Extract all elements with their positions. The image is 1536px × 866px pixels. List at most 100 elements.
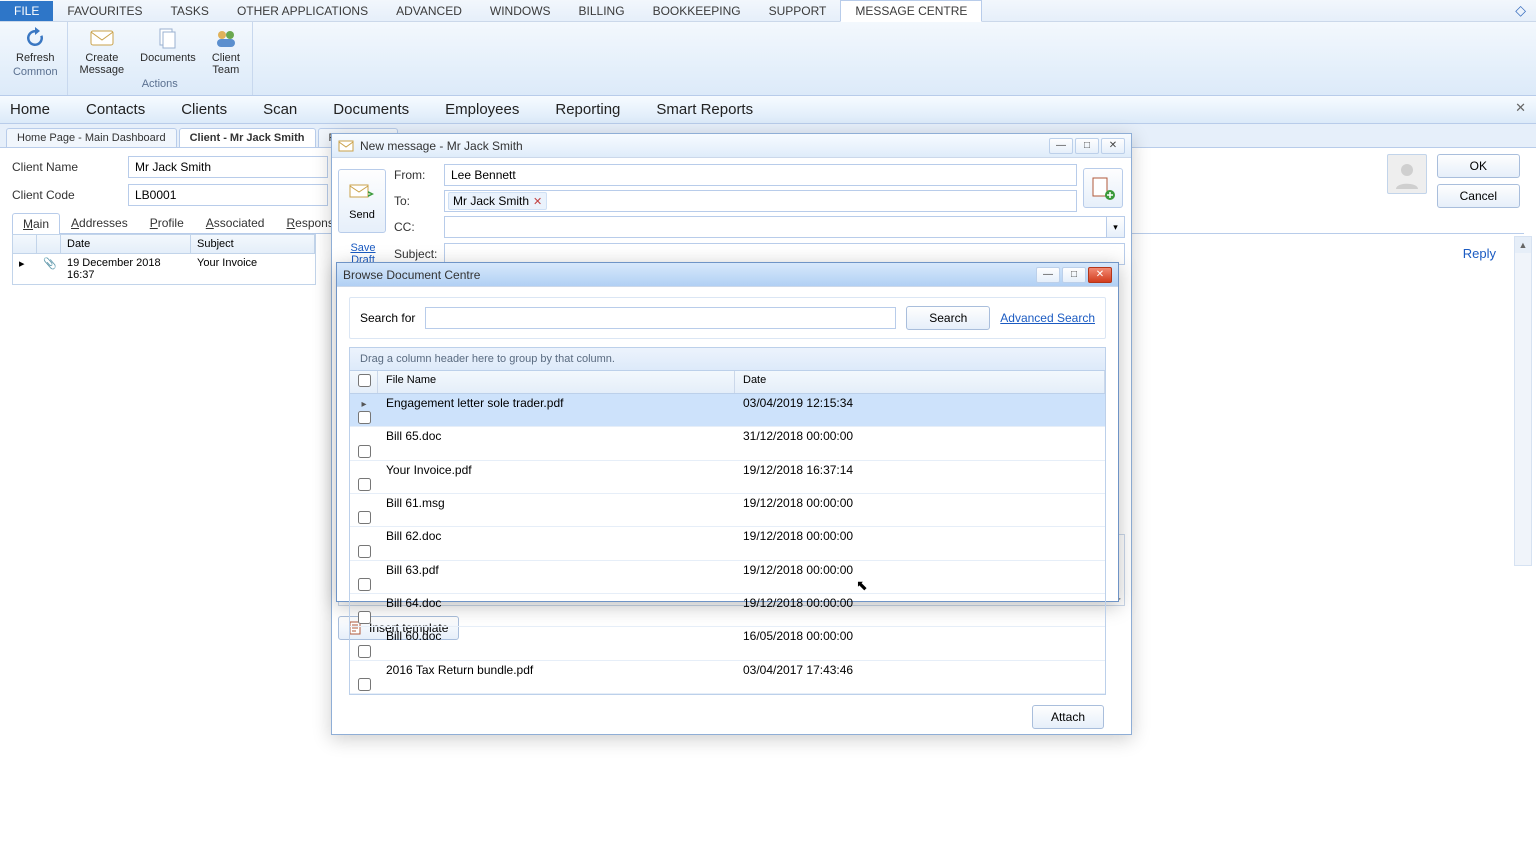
message-row[interactable]: ▸ 📎 19 December 2018 16:37 Your Invoice — [13, 254, 315, 284]
row-date: 03/04/2019 12:15:34 — [735, 394, 1105, 426]
filename-header[interactable]: File Name — [378, 371, 735, 393]
document-row[interactable]: Bill 65.doc31/12/2018 00:00:00 — [350, 427, 1105, 460]
top-menu-item-other-applications[interactable]: OTHER APPLICATIONS — [223, 1, 382, 21]
date-header[interactable]: Date — [735, 371, 1105, 393]
nav-documents[interactable]: Documents — [333, 101, 409, 118]
to-field[interactable]: Mr Jack Smith ✕ — [444, 190, 1077, 212]
create-message-label: Create Message — [80, 52, 125, 76]
attach-button[interactable]: Attach — [1032, 705, 1104, 729]
page-tab[interactable]: Client - Mr Jack Smith — [179, 128, 316, 147]
create-message-button[interactable]: Create Message — [72, 22, 133, 76]
top-menu-item-tasks[interactable]: TASKS — [156, 1, 222, 21]
row-checkbox[interactable] — [350, 594, 378, 626]
document-row[interactable]: Bill 62.doc19/12/2018 00:00:00 — [350, 527, 1105, 560]
row-checkbox[interactable]: ▸ — [350, 394, 378, 426]
row-indicator-icon: ▸ — [13, 254, 37, 284]
to-recipient-name: Mr Jack Smith — [453, 194, 529, 208]
flag-col[interactable] — [37, 235, 61, 253]
attach-col[interactable] — [13, 235, 37, 253]
row-filename: Bill 65.doc — [378, 427, 735, 459]
detail-tab-associated[interactable]: Associated — [195, 212, 276, 233]
row-checkbox[interactable] — [350, 527, 378, 559]
detail-tab-addresses[interactable]: Addresses — [60, 212, 139, 233]
row-checkbox[interactable] — [350, 461, 378, 493]
remove-recipient-icon[interactable]: ✕ — [533, 195, 542, 208]
search-button[interactable]: Search — [906, 306, 990, 330]
nav-reporting[interactable]: Reporting — [555, 101, 620, 118]
subject-header[interactable]: Subject — [191, 235, 315, 253]
document-row[interactable]: 2016 Tax Return bundle.pdf03/04/2017 17:… — [350, 661, 1105, 694]
from-label: From: — [394, 168, 438, 182]
minimize-button[interactable]: — — [1036, 267, 1060, 283]
documents-button[interactable]: Documents — [132, 22, 204, 76]
nav-contacts[interactable]: Contacts — [86, 101, 145, 118]
scrollbar[interactable]: ▲ — [1514, 236, 1532, 566]
new-message-titlebar[interactable]: New message - Mr Jack Smith — □ ✕ — [332, 134, 1131, 158]
client-team-button[interactable]: Client Team — [204, 22, 248, 76]
nav-smart-reports[interactable]: Smart Reports — [656, 101, 753, 118]
row-filename: Bill 60.doc — [378, 627, 735, 659]
row-checkbox[interactable] — [350, 661, 378, 693]
cc-label: CC: — [394, 220, 438, 234]
select-all-checkbox[interactable] — [350, 371, 378, 393]
ok-button[interactable]: OK — [1437, 154, 1520, 178]
detail-tab-profile[interactable]: Profile — [139, 212, 195, 233]
top-menu-item-billing[interactable]: BILLING — [565, 1, 639, 21]
date-header[interactable]: Date — [61, 235, 191, 253]
document-row[interactable]: ▸Engagement letter sole trader.pdf03/04/… — [350, 394, 1105, 427]
document-row[interactable]: Bill 64.doc19/12/2018 00:00:00 — [350, 594, 1105, 627]
to-recipient-chip[interactable]: Mr Jack Smith ✕ — [448, 192, 547, 210]
close-tab-icon[interactable]: ✕ — [1515, 100, 1526, 116]
file-menu[interactable]: FILE — [0, 1, 53, 21]
nav-scan[interactable]: Scan — [263, 101, 297, 118]
advanced-search-link[interactable]: Advanced Search — [1000, 311, 1095, 325]
ribbon-group-actions: Create Message Documents Client Team Act… — [68, 22, 253, 95]
maximize-button[interactable]: □ — [1062, 267, 1086, 283]
help-icon[interactable]: ◇ — [1505, 2, 1536, 19]
close-button[interactable]: ✕ — [1088, 267, 1112, 283]
send-button[interactable]: Send — [338, 169, 386, 233]
document-row[interactable]: Bill 63.pdf19/12/2018 00:00:00 — [350, 561, 1105, 594]
browse-titlebar[interactable]: Browse Document Centre — □ ✕ — [337, 263, 1118, 287]
from-field[interactable] — [444, 164, 1077, 186]
refresh-button[interactable]: Refresh — [8, 22, 63, 64]
row-checkbox[interactable] — [350, 427, 378, 459]
client-name-field[interactable] — [128, 156, 328, 178]
top-menu-item-message-centre[interactable]: MESSAGE CENTRE — [840, 0, 982, 22]
row-checkbox[interactable] — [350, 627, 378, 659]
new-message-title: New message - Mr Jack Smith — [360, 139, 523, 153]
group-by-hint[interactable]: Drag a column header here to group by th… — [350, 348, 1105, 371]
document-row[interactable]: Bill 61.msg19/12/2018 00:00:00 — [350, 494, 1105, 527]
close-button[interactable]: ✕ — [1101, 138, 1125, 154]
top-menu-item-support[interactable]: SUPPORT — [755, 1, 841, 21]
nav-clients[interactable]: Clients — [181, 101, 227, 118]
document-row[interactable]: Bill 60.doc16/05/2018 00:00:00 — [350, 627, 1105, 660]
detail-tab-main[interactable]: Main — [12, 213, 60, 234]
minimize-button[interactable]: — — [1049, 138, 1073, 154]
row-checkbox[interactable] — [350, 494, 378, 526]
top-menu-item-bookkeeping[interactable]: BOOKKEEPING — [639, 1, 755, 21]
top-menu-item-favourites[interactable]: FAVOURITES — [53, 1, 156, 21]
row-date: 19/12/2018 00:00:00 — [735, 527, 1105, 559]
cc-field[interactable] — [444, 216, 1107, 238]
cc-dropdown-icon[interactable]: ▾ — [1107, 216, 1125, 238]
top-menu-item-windows[interactable]: WINDOWS — [476, 1, 565, 21]
document-row[interactable]: Your Invoice.pdf19/12/2018 16:37:14 — [350, 461, 1105, 494]
attach-document-button[interactable] — [1083, 168, 1123, 208]
page-tab[interactable]: Home Page - Main Dashboard — [6, 128, 177, 147]
nav-home[interactable]: Home — [10, 101, 50, 118]
maximize-button[interactable]: □ — [1075, 138, 1099, 154]
row-checkbox[interactable] — [350, 561, 378, 593]
scroll-up-icon[interactable]: ▲ — [1515, 237, 1531, 253]
ribbon-group-common: Refresh Common — [4, 22, 68, 95]
cancel-button[interactable]: Cancel — [1437, 184, 1520, 208]
search-input[interactable] — [425, 307, 896, 329]
refresh-label: Refresh — [16, 52, 55, 64]
ribbon-group-label: Common — [13, 66, 58, 78]
reply-link[interactable]: Reply — [1463, 246, 1496, 261]
nav-employees[interactable]: Employees — [445, 101, 519, 118]
client-code-field[interactable] — [128, 184, 328, 206]
envelope-icon — [88, 26, 116, 50]
top-menu-item-advanced[interactable]: ADVANCED — [382, 1, 476, 21]
row-filename: Bill 61.msg — [378, 494, 735, 526]
